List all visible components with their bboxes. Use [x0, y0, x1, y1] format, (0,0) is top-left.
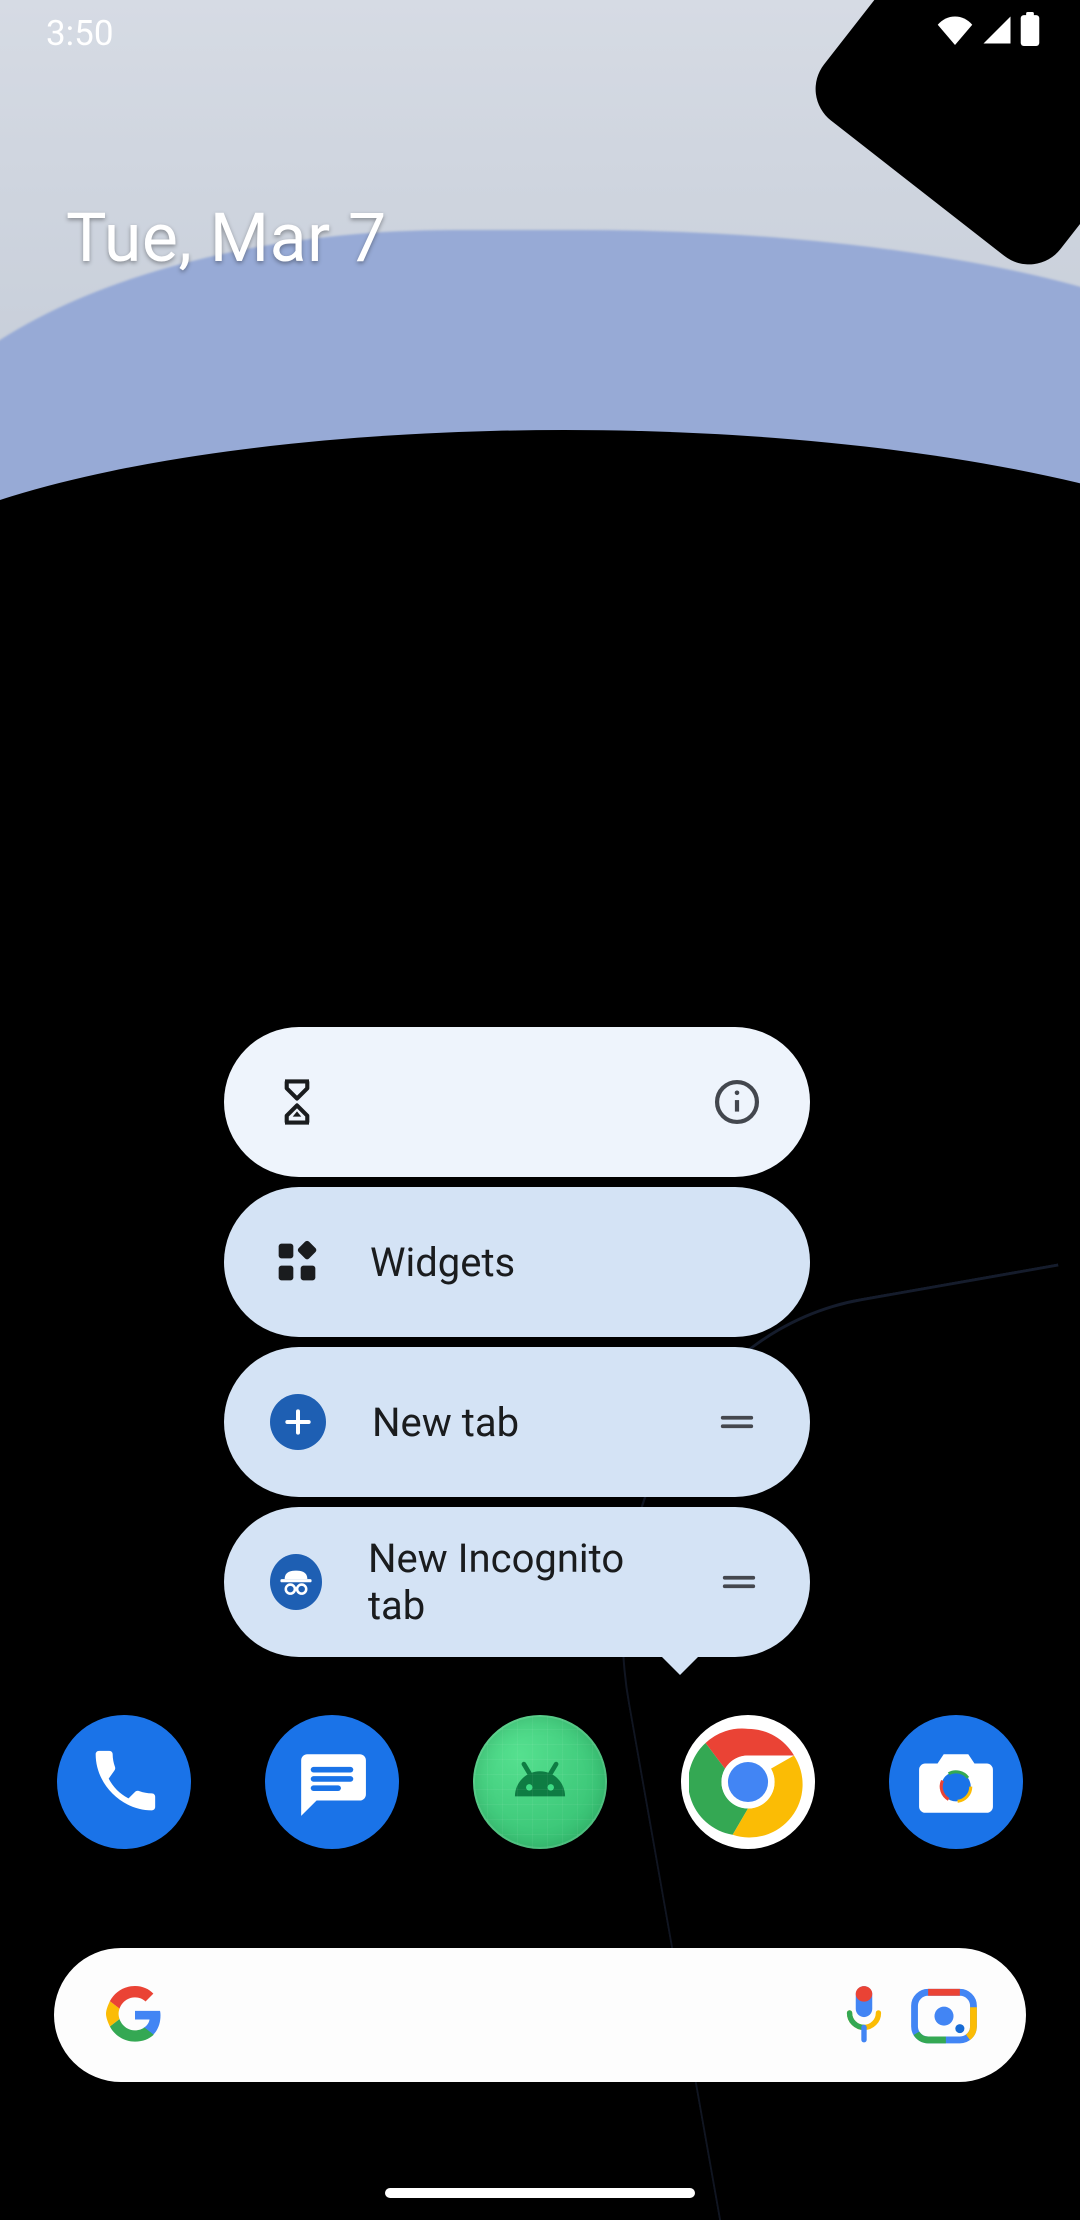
plus-icon: [270, 1394, 326, 1450]
popup-new-tab-row[interactable]: New tab: [224, 1347, 810, 1497]
info-icon[interactable]: [710, 1075, 764, 1129]
app-camera[interactable]: [889, 1715, 1023, 1849]
cellular-signal-icon: [982, 13, 1012, 54]
app-shortcut-popup: Widgets New tab New Incognito tab: [224, 1027, 810, 1657]
widgets-icon: [270, 1235, 324, 1289]
hotseat: [0, 1714, 1080, 1850]
app-messages[interactable]: [265, 1715, 399, 1849]
status-bar: 3:50: [0, 0, 1080, 66]
wifi-icon: [936, 13, 974, 54]
app-android[interactable]: [473, 1715, 607, 1849]
drag-handle-icon[interactable]: [710, 1395, 764, 1449]
app-phone[interactable]: [57, 1715, 191, 1849]
popup-incognito-label: New Incognito tab: [368, 1535, 668, 1629]
popup-new-tab-label: New tab: [372, 1399, 519, 1446]
google-logo-icon: [106, 1986, 164, 2044]
status-time: 3:50: [46, 13, 114, 54]
popup-tail: [660, 1655, 700, 1675]
incognito-icon: [270, 1554, 322, 1610]
hourglass-icon[interactable]: [270, 1075, 324, 1129]
drag-handle-icon[interactable]: [714, 1555, 764, 1609]
battery-full-icon: [1020, 12, 1040, 55]
popup-widgets-row[interactable]: Widgets: [224, 1187, 810, 1337]
date-widget[interactable]: Tue, Mar 7: [66, 198, 387, 278]
popup-incognito-row[interactable]: New Incognito tab: [224, 1507, 810, 1657]
nav-handle[interactable]: [385, 2188, 695, 2198]
popup-top-row: [224, 1027, 810, 1177]
google-lens-icon[interactable]: [904, 1975, 984, 2055]
app-chrome[interactable]: [681, 1715, 815, 1849]
mic-icon[interactable]: [824, 1975, 904, 2055]
google-search-bar[interactable]: [54, 1948, 1026, 2082]
popup-widgets-label: Widgets: [370, 1239, 515, 1286]
